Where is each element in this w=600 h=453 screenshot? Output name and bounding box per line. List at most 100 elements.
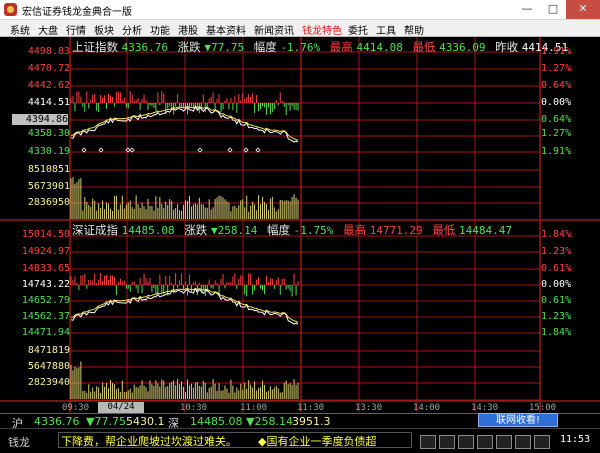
app-icon — [4, 3, 17, 16]
sh-axis-left-3: 4414.51 — [27, 97, 70, 108]
sh-axis-left-2: 4442.62 — [27, 80, 70, 91]
menu-hk-stocks[interactable]: 港股 — [178, 22, 198, 37]
status-icon-7[interactable] — [534, 435, 550, 449]
sz-axis-left-4: 14652.79 — [21, 295, 70, 306]
sz-axis-right-0: 1.84% — [541, 229, 572, 240]
sz-change: ▼258.14 — [210, 224, 258, 237]
status-sh-value: 4336.76 — [34, 415, 80, 428]
sz-axis-left-6: 14471.94 — [21, 327, 70, 338]
maximize-button[interactable]: □ — [540, 0, 566, 19]
time-label-1430: 14:30 — [471, 403, 499, 413]
menu-qianlong-features[interactable]: 钱龙特色 — [302, 22, 342, 37]
menu-fundamentals[interactable]: 基本资料 — [206, 22, 246, 37]
sz-low: 14484.47 — [458, 224, 512, 237]
sz-amp-label: 幅度 — [266, 223, 290, 237]
sz-axis-right-2: 0.61% — [541, 263, 572, 274]
sz-axis-left-3: 14743.22 — [21, 279, 70, 290]
close-button[interactable]: ✕ — [566, 0, 600, 19]
connect-watch-button[interactable]: 联网收看! — [478, 413, 558, 427]
sh-prev-label: 昨收 — [495, 40, 519, 54]
sz-vol-axis-1: 5647880 — [27, 361, 70, 372]
time-label-0930: 09:30 — [62, 403, 90, 413]
menu-system[interactable]: 系统 — [10, 22, 30, 37]
sh-axis-left-1: 4470.72 — [27, 63, 70, 74]
event-marker — [227, 147, 233, 153]
status-icon-5[interactable] — [496, 435, 512, 449]
clock: 11:53 — [560, 434, 591, 445]
menu-help[interactable]: 帮助 — [404, 22, 424, 37]
sh-axis-right-0: 1.91% — [541, 46, 572, 57]
sz-axis-right-6: 1.84% — [541, 327, 572, 338]
title-bar: 宏信证券钱龙金典合一版 — □ ✕ — [0, 0, 600, 20]
sh-avg-line — [70, 105, 299, 141]
sh-amp-label: 幅度 — [253, 40, 277, 54]
status-sh-amount: 5430.1 — [126, 415, 165, 428]
sh-price-line — [70, 105, 299, 143]
event-marker — [98, 147, 104, 153]
sh-high-label: 最高 — [329, 40, 353, 54]
sz-axis-left-5: 14562.37 — [21, 311, 70, 322]
sz-avg-line — [70, 287, 299, 323]
price-lines — [70, 105, 299, 325]
sh-axis-right-4: 0.64% — [541, 114, 572, 125]
sz-axis-right-1: 1.23% — [541, 246, 572, 257]
menu-quotes[interactable]: 行情 — [66, 22, 86, 37]
sh-change: ▼77.75 — [204, 41, 245, 54]
event-marker — [81, 147, 87, 153]
sz-vol-axis-2: 2823940 — [27, 377, 70, 388]
sh-axis-right-6: 1.91% — [541, 146, 572, 157]
time-label-1330: 13:30 — [355, 403, 383, 413]
sz-axis-right-4: 0.61% — [541, 295, 572, 306]
menu-tools[interactable]: 工具 — [376, 22, 396, 37]
menu-market[interactable]: 大盘 — [38, 22, 58, 37]
window-title: 宏信证券钱龙金典合一版 — [22, 7, 132, 18]
sz-low-label: 最低 — [432, 223, 456, 237]
sz-axis-right-3: 0.00% — [541, 279, 572, 290]
status-icon-2[interactable] — [439, 435, 455, 449]
brand-label: 钱龙 — [8, 436, 30, 449]
sz-axis-left-0: 15014.50 — [21, 229, 70, 240]
sh-axis-left-5: 4358.30 — [27, 128, 70, 139]
sz-name: 深证成指 — [72, 223, 118, 237]
time-cursor: 04/24 09:42 — [98, 402, 144, 423]
sz-axis-left-1: 14924.97 — [21, 246, 70, 257]
sz-change-label: 涨跌 — [184, 223, 208, 237]
sh-name: 上证指数 — [72, 40, 118, 54]
chart-canvas[interactable] — [0, 0, 600, 413]
status-icon-3[interactable] — [458, 435, 474, 449]
volume-bars — [70, 91, 299, 399]
sz-info-bar: 深证成指 14485.08 涨跌 ▼258.14 幅度 -1.75% 最高 14… — [72, 222, 512, 238]
time-label-1030: 10:30 — [180, 403, 208, 413]
sz-price-line — [70, 287, 299, 325]
sz-axis-left-2: 14833.65 — [21, 263, 70, 274]
menu-news[interactable]: 新闻资讯 — [254, 22, 294, 37]
event-marker — [243, 147, 249, 153]
status-sz-value: 14485.08 — [190, 415, 243, 428]
news-item-2[interactable]: ◆国有企业一季度负债超 — [258, 433, 376, 449]
sh-axis-left-6: 4330.19 — [27, 146, 70, 157]
sz-value: 14485.08 — [121, 224, 175, 237]
status-icon-1[interactable] — [420, 435, 436, 449]
sz-axis-right-5: 1.23% — [541, 311, 572, 322]
sh-low: 4336.09 — [439, 41, 486, 54]
menu-functions[interactable]: 功能 — [150, 22, 170, 37]
time-label-1100: 11:00 — [240, 403, 268, 413]
event-marker — [129, 147, 135, 153]
sz-high: 14771.29 — [369, 224, 423, 237]
event-marker — [197, 147, 203, 153]
sh-vol-axis-0: 8510851 — [27, 164, 70, 175]
menu-sectors[interactable]: 板块 — [94, 22, 114, 37]
minimize-button[interactable]: — — [514, 0, 540, 19]
status-icon-4[interactable] — [477, 435, 493, 449]
menu-bar: 系统 大盘 行情 板块 分析 功能 港股 基本资料 新闻资讯 钱龙特色 委托 工… — [0, 20, 600, 37]
status-icon-6[interactable] — [515, 435, 531, 449]
menu-analysis[interactable]: 分析 — [122, 22, 142, 37]
menu-trade[interactable]: 委托 — [348, 22, 368, 37]
status-sh-change: ▼77.75 — [86, 415, 126, 428]
sh-axis-right-2: 0.64% — [541, 80, 572, 91]
sh-value: 4336.76 — [121, 41, 169, 54]
sh-amp: -1.76% — [280, 41, 321, 54]
status-sz-change: ▼258.14 — [246, 415, 293, 428]
news-item-1[interactable]: 下降费，帮企业爬坡过坎渡过难关。 — [61, 435, 237, 447]
news-ticker-bar: 钱龙 下降费，帮企业爬坡过坎渡过难关。 ◆国有企业一季度负债超 11:53 — [0, 428, 600, 452]
